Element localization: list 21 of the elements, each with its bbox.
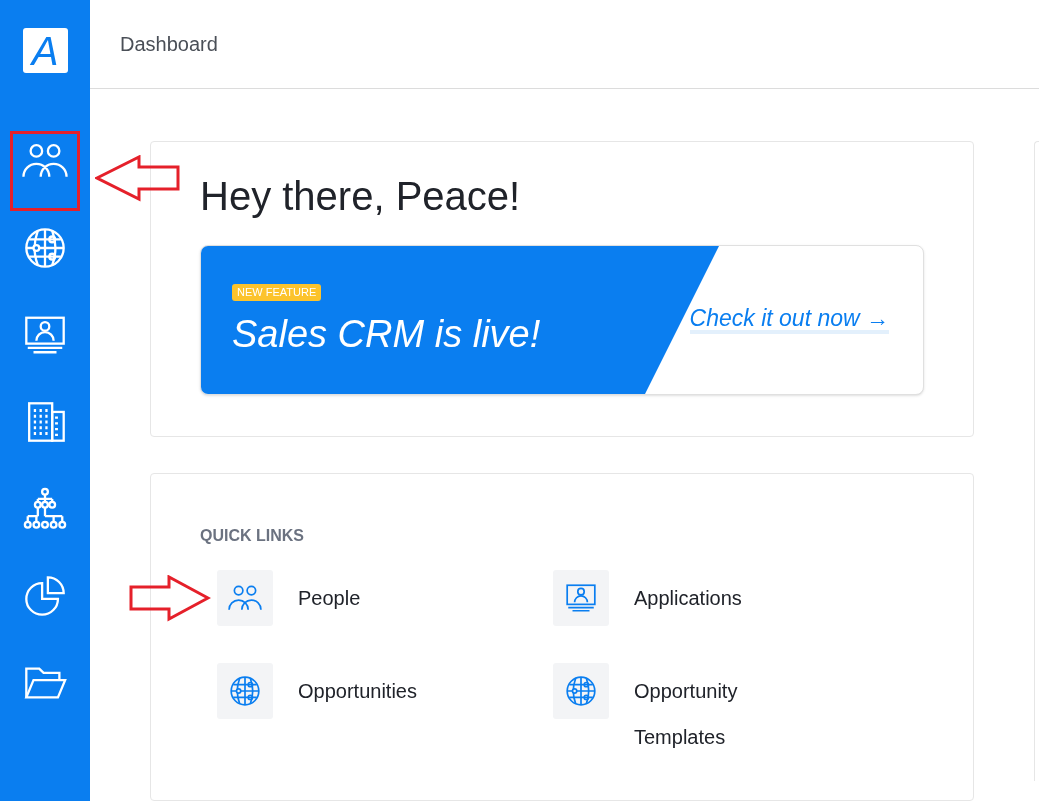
section-heading: QUICK LINKS (200, 526, 305, 546)
pie-chart-icon (22, 573, 68, 619)
page-title: Dashboard (120, 32, 218, 57)
banner-headline: Sales CRM is live! (232, 315, 542, 353)
quick-link[interactable]: Applications (465, 570, 853, 626)
monitor-icon (564, 581, 598, 615)
link-label: Opportunity Templates (634, 679, 739, 750)
new-feature-badge: NEW FEATURE (232, 284, 322, 301)
quick-link[interactable]: People (129, 570, 465, 626)
link-label: Opportunities (298, 679, 418, 704)
quick-link[interactable]: Opportunity Templates (465, 663, 853, 760)
quick-link[interactable]: Opportunities (129, 663, 465, 760)
link-label: Applications (634, 586, 743, 611)
globe-icon (564, 674, 598, 708)
globe-icon (228, 674, 262, 708)
globe-icon (22, 225, 68, 271)
greeting: Hey there, Peace! (200, 176, 522, 216)
check-it-out-link[interactable]: Check it out now → (689, 306, 889, 334)
hierarchy-icon (22, 486, 68, 532)
link-label: People (298, 586, 362, 611)
logo[interactable]: A (22, 28, 68, 73)
